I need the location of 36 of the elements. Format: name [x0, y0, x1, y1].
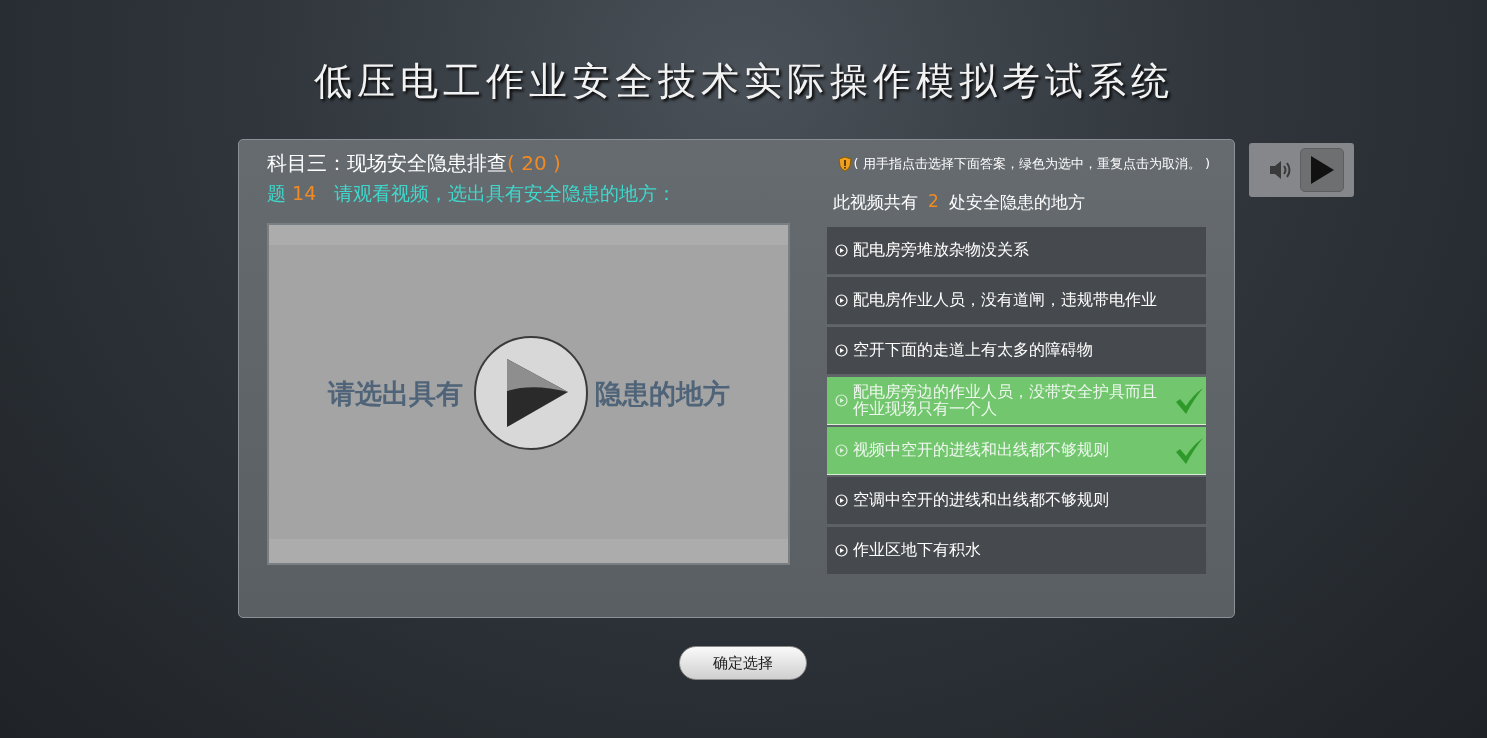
option-text: 空调中空开的进线和出线都不够规则: [853, 492, 1109, 509]
video-caption: 隐患的地方: [594, 377, 730, 411]
question-number: 题 14: [267, 181, 318, 206]
option-text: 视频中空开的进线和出线都不够规则: [853, 442, 1109, 459]
play-circle-icon: [835, 394, 848, 407]
hazard-count-label: 处安全隐患的地方: [948, 191, 1085, 214]
play-circle-icon: [835, 544, 848, 557]
confirm-button[interactable]: 确定选择: [678, 646, 807, 680]
play-circle-icon: [835, 494, 848, 507]
answer-option[interactable]: 空调中空开的进线和出线都不够规则: [827, 477, 1206, 525]
play-circle-icon: [835, 344, 848, 357]
checkmark-icon: [1174, 387, 1204, 415]
option-text: 作业区地下有积水: [853, 542, 981, 559]
play-button[interactable]: [1300, 148, 1344, 192]
option-text: 空开下面的走道上有太多的障碍物: [853, 342, 1093, 359]
answer-option[interactable]: 配电房作业人员，没有道闸，违规带电作业: [827, 277, 1206, 325]
instruction-text: ( 用手指点击选择下面答案，绿色为选中，重复点击为取消。 ): [853, 154, 1210, 173]
option-text: 配电房旁堆放杂物没关系: [853, 242, 1029, 259]
shield-icon: [837, 155, 852, 172]
checkmark-icon: [1174, 437, 1204, 465]
play-icon[interactable]: [473, 335, 589, 451]
play-circle-icon: [835, 294, 848, 307]
hazard-count-label: 此视频共有: [833, 191, 918, 214]
option-text: 配电房旁边的作业人员，没带安全护具而且作业现场只有一个人: [853, 383, 1158, 418]
answer-option[interactable]: 空开下面的走道上有太多的障碍物: [827, 327, 1206, 375]
video-caption: 请选出具有: [327, 377, 463, 411]
play-circle-icon: [835, 244, 848, 257]
option-text: 配电房作业人员，没有道闸，违规带电作业: [853, 292, 1157, 309]
answer-option[interactable]: 配电房旁堆放杂物没关系: [827, 227, 1206, 275]
subject-title: 科目三：现场安全隐患排查( 20 ): [267, 150, 561, 177]
hazard-count: 2: [928, 191, 939, 213]
app-title: 低压电工作业安全技术实际操作模拟考试系统: [313, 58, 1174, 105]
answer-option[interactable]: 作业区地下有积水: [827, 527, 1206, 575]
play-icon: [1309, 155, 1335, 185]
play-circle-icon: [835, 444, 848, 457]
question-text: 请观看视频，选出具有安全隐患的地方：: [334, 181, 677, 206]
